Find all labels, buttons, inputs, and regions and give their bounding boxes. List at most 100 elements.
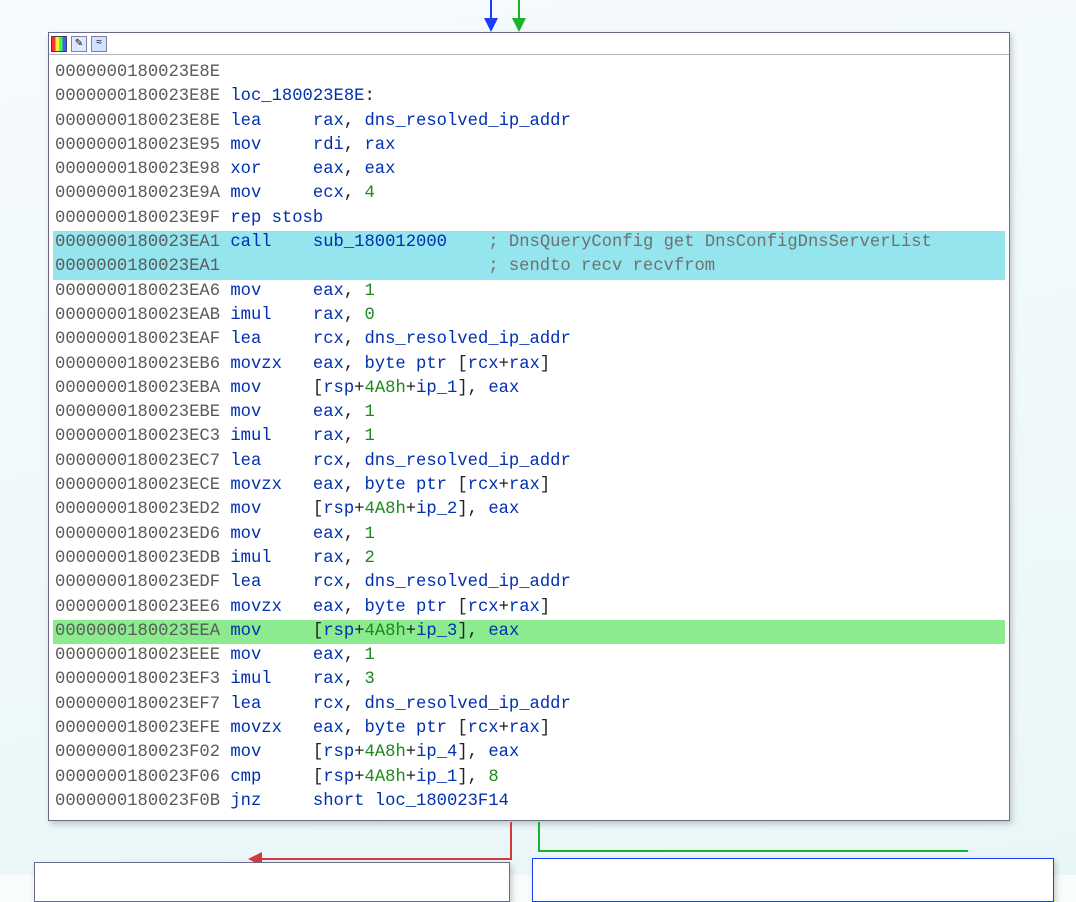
- disasm-row[interactable]: 0000000180023E95 mov rdi, rax: [53, 134, 1005, 158]
- op-token: rsp: [323, 379, 354, 398]
- address: 0000000180023EF7: [55, 695, 220, 714]
- plain-token: [220, 87, 230, 106]
- disasm-row[interactable]: 0000000180023EAB imul rax, 0: [53, 304, 1005, 328]
- edit-note-icon[interactable]: ✎: [71, 36, 87, 52]
- plain-token: ,: [344, 646, 365, 665]
- op-token: rax: [313, 112, 344, 131]
- address: 0000000180023EB6: [55, 355, 220, 374]
- plain-token: :: [364, 87, 374, 106]
- plain-token: [220, 136, 230, 155]
- plain-token: [261, 622, 313, 641]
- successor-node-left[interactable]: [34, 862, 510, 902]
- plain-token: [: [457, 719, 467, 738]
- disasm-row[interactable]: 0000000180023EDF lea rcx, dns_resolved_i…: [53, 571, 1005, 595]
- disasm-row[interactable]: 0000000180023EEE mov eax, 1: [53, 644, 1005, 668]
- disasm-row[interactable]: 0000000180023EF3 imul rax, 3: [53, 668, 1005, 692]
- plain-token: [261, 282, 313, 301]
- op-token: rax: [313, 427, 344, 446]
- plain-token: +: [406, 768, 416, 787]
- outgoing-edge-false: [510, 822, 512, 860]
- plain-token: [220, 379, 230, 398]
- op-token: rcx: [313, 452, 344, 471]
- disasm-row[interactable]: 0000000180023EC7 lea rcx, dns_resolved_i…: [53, 450, 1005, 474]
- address: 0000000180023EE6: [55, 598, 220, 617]
- plain-token: [261, 160, 313, 179]
- address: 0000000180023EA1: [55, 257, 220, 276]
- plain-token: [220, 452, 230, 471]
- disasm-row[interactable]: 0000000180023EBA mov [rsp+4A8h+ip_1], ea…: [53, 377, 1005, 401]
- signal-icon[interactable]: ≈: [91, 36, 107, 52]
- plain-token: [282, 719, 313, 738]
- disasm-row[interactable]: 0000000180023E98 xor eax, eax: [53, 158, 1005, 182]
- plain-token: [220, 598, 230, 617]
- disasm-row[interactable]: 0000000180023ECE movzx eax, byte ptr [rc…: [53, 474, 1005, 498]
- address: 0000000180023EDF: [55, 573, 220, 592]
- disasm-row[interactable]: 0000000180023E8E loc_180023E8E:: [53, 85, 1005, 109]
- disasm-row[interactable]: 0000000180023E8E: [53, 61, 1005, 85]
- plain-token: +: [406, 500, 416, 519]
- op-token: rsp: [323, 622, 354, 641]
- kw-token: byte ptr: [364, 719, 457, 738]
- disasm-row[interactable]: 0000000180023ED6 mov eax, 1: [53, 523, 1005, 547]
- disasm-row[interactable]: 0000000180023EB6 movzx eax, byte ptr [rc…: [53, 353, 1005, 377]
- successor-node-right[interactable]: [532, 858, 1054, 902]
- disasm-row[interactable]: 0000000180023EA1 call sub_180012000 ; Dn…: [53, 231, 1005, 255]
- plain-token: +: [499, 355, 509, 374]
- disasm-row[interactable]: 0000000180023ED2 mov [rsp+4A8h+ip_2], ea…: [53, 498, 1005, 522]
- address: 0000000180023E95: [55, 136, 220, 155]
- disasm-row[interactable]: 0000000180023EDB imul rax, 2: [53, 547, 1005, 571]
- disasm-row[interactable]: 0000000180023F02 mov [rsp+4A8h+ip_4], ea…: [53, 741, 1005, 765]
- plain-token: [: [313, 379, 323, 398]
- plain-token: [220, 549, 230, 568]
- op-token: eax: [313, 598, 344, 617]
- plain-token: [261, 768, 313, 787]
- plain-token: [220, 670, 230, 689]
- disassembly-listing[interactable]: 0000000180023E8E0000000180023E8E loc_180…: [49, 55, 1009, 820]
- basic-block-node[interactable]: ✎ ≈ 0000000180023E8E0000000180023E8E loc…: [48, 32, 1010, 821]
- op-token: eax: [488, 743, 519, 762]
- plain-token: +: [354, 743, 364, 762]
- disasm-row[interactable]: 0000000180023EA1 ; sendto recv recvfrom: [53, 255, 1005, 279]
- incoming-edge-blue: [490, 0, 492, 18]
- disasm-row[interactable]: 0000000180023EFE movzx eax, byte ptr [rc…: [53, 717, 1005, 741]
- num-token: 4: [364, 184, 374, 203]
- mnem-token: imul: [230, 427, 271, 446]
- disasm-row[interactable]: 0000000180023E8E lea rax, dns_resolved_i…: [53, 110, 1005, 134]
- disasm-row[interactable]: 0000000180023E9A mov ecx, 4: [53, 182, 1005, 206]
- disasm-row[interactable]: 0000000180023EBE mov eax, 1: [53, 401, 1005, 425]
- disasm-row[interactable]: 0000000180023EEA mov [rsp+4A8h+ip_3], ea…: [53, 620, 1005, 644]
- color-palette-icon[interactable]: [51, 36, 67, 52]
- num-token: 4A8h: [365, 500, 406, 519]
- plain-token: [261, 112, 313, 131]
- address: 0000000180023E9F: [55, 209, 220, 228]
- mnem-token: movzx: [230, 476, 282, 495]
- op-token: rax: [313, 549, 344, 568]
- disasm-row[interactable]: 0000000180023F06 cmp [rsp+4A8h+ip_1], 8: [53, 766, 1005, 790]
- plain-token: [261, 573, 313, 592]
- disasm-row[interactable]: 0000000180023E9F rep stosb: [53, 207, 1005, 231]
- disasm-row[interactable]: 0000000180023EC3 imul rax, 1: [53, 425, 1005, 449]
- plain-token: [: [313, 768, 323, 787]
- op-token: rax: [313, 306, 344, 325]
- num-token: 4A8h: [365, 379, 406, 398]
- disasm-row[interactable]: 0000000180023EA6 mov eax, 1: [53, 280, 1005, 304]
- op-token: eax: [313, 476, 344, 495]
- plain-token: ,: [344, 452, 365, 471]
- plain-token: ,: [344, 573, 365, 592]
- disasm-row[interactable]: 0000000180023EAF lea rcx, dns_resolved_i…: [53, 328, 1005, 352]
- plain-token: [261, 743, 313, 762]
- name-token: dns_resolved_ip_addr: [364, 452, 570, 471]
- plain-token: ,: [344, 598, 365, 617]
- address: 0000000180023EA1: [55, 233, 220, 252]
- plain-token: [220, 403, 230, 422]
- disasm-row[interactable]: 0000000180023F0B jnz short loc_180023F14: [53, 790, 1005, 814]
- name-token: dns_resolved_ip_addr: [364, 330, 570, 349]
- mnem-token: mov: [230, 282, 261, 301]
- incoming-edge-green: [518, 0, 520, 18]
- plain-token: [220, 184, 230, 203]
- plain-token: ,: [344, 306, 365, 325]
- disasm-row[interactable]: 0000000180023EE6 movzx eax, byte ptr [rc…: [53, 596, 1005, 620]
- plain-token: [: [457, 598, 467, 617]
- op-token: rcx: [468, 719, 499, 738]
- disasm-row[interactable]: 0000000180023EF7 lea rcx, dns_resolved_i…: [53, 693, 1005, 717]
